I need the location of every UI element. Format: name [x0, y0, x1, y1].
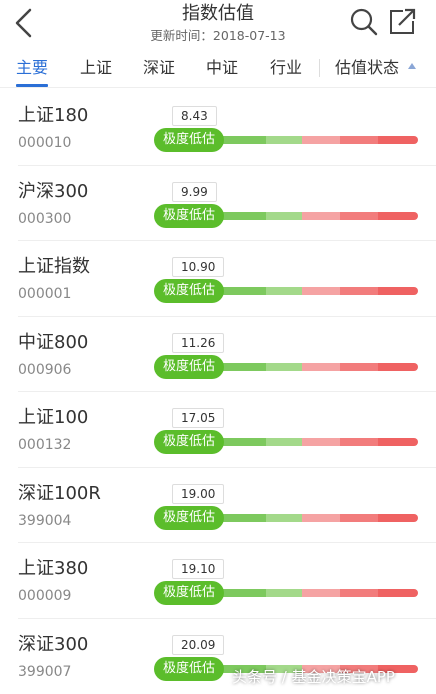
gauge-segment [378, 513, 418, 522]
index-row[interactable]: 上证180 000010 8.43 极度低估 [18, 90, 436, 166]
update-time-date: 2018-07-13 [212, 28, 286, 43]
gauge-segment [266, 513, 302, 522]
pe-value: 19.00 [172, 483, 225, 504]
watermark: 头条号 / 基金决策宝APP [232, 668, 395, 686]
gauge-segment [302, 589, 340, 597]
index-row[interactable]: 上证100 000132 17.05 极度低估 [18, 392, 436, 468]
valuation-gauge: 极度低估 [154, 581, 418, 605]
sort-triangle-icon[interactable] [407, 62, 417, 74]
active-tab-indicator [16, 84, 48, 87]
index-row[interactable]: 上证指数 000001 10.90 极度低估 [18, 241, 436, 317]
tab-shenzhen[interactable]: 深证 [143, 48, 175, 88]
header: 指数估值 更新时间：2018-07-13 [0, 0, 436, 48]
status-badge: 极度低估 [154, 430, 225, 454]
gauge-segment [302, 211, 340, 220]
pe-value: 20.09 [172, 634, 225, 655]
gauge-segment [266, 362, 302, 371]
valuation-gauge: 极度低估 [154, 430, 418, 454]
status-badge: 极度低估 [154, 203, 225, 228]
gauge-segment [340, 287, 378, 295]
valuation-gauge: 极度低估 [154, 279, 418, 303]
index-name: 深证300 [18, 633, 89, 655]
status-badge: 极度低估 [154, 279, 225, 303]
valuation-gauge: 极度低估 [154, 203, 418, 228]
gauge-segment [266, 438, 302, 446]
gauge-segment [340, 211, 378, 220]
gauge-segment [266, 589, 302, 597]
tab-csi[interactable]: 中证 [206, 48, 238, 88]
index-row[interactable]: 深证100R 399004 19.00 极度低估 [18, 468, 436, 543]
index-name: 上证指数 [18, 256, 90, 277]
status-badge: 极度低估 [154, 505, 225, 530]
gauge-segment [340, 589, 378, 597]
gauge-segment [340, 362, 378, 371]
share-icon[interactable] [387, 7, 417, 37]
index-list: 上证180 000010 8.43 极度低估 沪深300 000300 9.99 极度低估 上证… [0, 90, 436, 694]
gauge-segment [378, 438, 418, 446]
valuation-gauge: 极度低估 [154, 505, 418, 530]
gauge-segment [378, 362, 418, 371]
index-code: 000906 [18, 361, 72, 378]
pe-value: 19.10 [172, 559, 225, 579]
gauge-segment [266, 211, 302, 220]
index-code: 000010 [18, 135, 72, 151]
index-name: 沪深300 [18, 180, 89, 202]
index-row[interactable]: 沪深300 000300 9.99 极度低估 [18, 166, 436, 241]
gauge-segment [378, 287, 418, 295]
pe-value: 11.26 [172, 332, 225, 353]
valuation-gauge: 极度低估 [154, 354, 418, 379]
gauge-segment [340, 438, 378, 446]
pe-value: 8.43 [172, 106, 217, 126]
gauge-segment [340, 136, 378, 144]
tab-industry[interactable]: 行业 [270, 48, 302, 88]
status-badge: 极度低估 [154, 656, 225, 681]
status-badge: 极度低估 [154, 581, 225, 605]
index-row[interactable]: 上证380 000009 19.10 极度低估 [18, 543, 436, 619]
gauge-segment [302, 362, 340, 371]
tab-divider [319, 59, 320, 77]
gauge-segment [266, 287, 302, 295]
search-icon[interactable] [349, 7, 379, 37]
gauge-segment [302, 438, 340, 446]
status-badge: 极度低估 [154, 128, 225, 152]
gauge-segment [378, 136, 418, 144]
index-code: 399004 [18, 512, 72, 529]
tab-shanghai[interactable]: 上证 [80, 48, 112, 88]
index-row[interactable]: 中证800 000906 11.26 极度低估 [18, 317, 436, 392]
gauge-segment [302, 136, 340, 144]
index-name: 中证800 [18, 331, 89, 353]
status-badge: 极度低估 [154, 354, 225, 379]
index-code: 000300 [18, 210, 72, 227]
index-code: 399007 [18, 663, 72, 680]
gauge-segment [340, 513, 378, 522]
pe-value: 9.99 [172, 181, 217, 202]
index-code: 000009 [18, 588, 72, 604]
category-tabs: 主要 上证 深证 中证 行业 估值状态 [0, 48, 436, 88]
index-code: 000132 [18, 437, 72, 453]
index-name: 上证380 [18, 558, 89, 579]
valuation-gauge: 极度低估 [154, 128, 418, 152]
index-code: 000001 [18, 286, 72, 302]
tab-main[interactable]: 主要 [16, 48, 48, 88]
index-name: 深证100R [18, 482, 101, 504]
pe-value: 17.05 [172, 408, 225, 428]
update-time-label: 更新时间： [150, 28, 213, 43]
gauge-segment [378, 589, 418, 597]
index-name: 上证180 [18, 105, 89, 126]
gauge-segment [266, 136, 302, 144]
pe-value: 10.90 [172, 257, 225, 277]
gauge-segment [378, 211, 418, 220]
index-name: 上证100 [18, 407, 89, 428]
tab-valuation-status[interactable]: 估值状态 [335, 48, 399, 88]
gauge-segment [302, 513, 340, 522]
gauge-segment [302, 287, 340, 295]
